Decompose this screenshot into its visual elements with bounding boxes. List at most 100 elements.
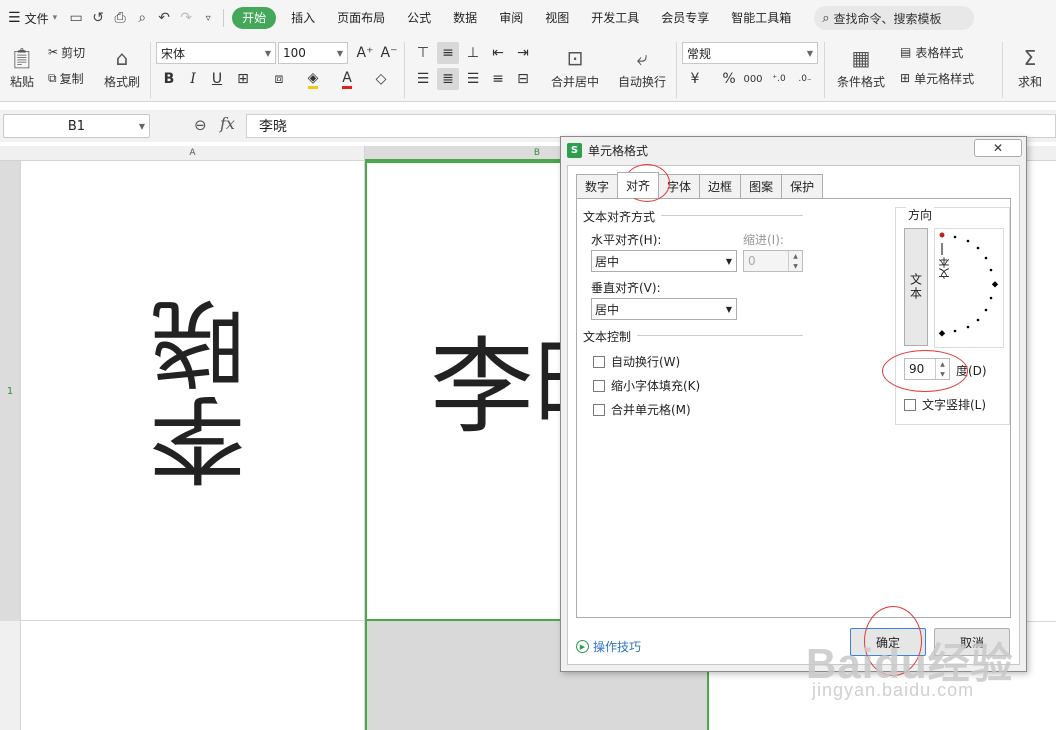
save-icon[interactable]: ▭ [65, 7, 87, 29]
cell-a1[interactable]: 李晓 [21, 161, 365, 621]
merge-cells-checkbox[interactable]: 合并单元格(M) [593, 401, 691, 418]
tab-number[interactable]: 数字 [576, 174, 619, 198]
formula-content: 李晓 [259, 119, 287, 135]
file-menu-label: 文件 [24, 11, 49, 26]
tab-smart-tools[interactable]: 智能工具箱 [720, 0, 802, 36]
dialog-title: 单元格格式 [588, 143, 649, 158]
paste-button[interactable]: 📋︎ 粘贴 [4, 40, 40, 96]
hamburger-icon: ☰ [8, 10, 21, 26]
paste-label: 粘贴 [9, 74, 34, 89]
row-header-1[interactable]: 1 [0, 161, 21, 621]
vertical-text-checkbox[interactable]: 文字竖排(L) [904, 396, 986, 413]
vertical-align-label: 垂直对齐(V): [591, 281, 661, 295]
horizontal-align-select[interactable]: 居中 ▼ [591, 250, 737, 272]
decrease-font-icon[interactable]: A⁻ [378, 42, 400, 64]
quick-access-dropdown-icon[interactable]: ▿ [197, 7, 219, 29]
thousands-separator-icon[interactable]: 000 [742, 68, 764, 90]
copy-button[interactable]: ⧉ 复制 [48, 68, 84, 88]
checkbox-box [904, 398, 916, 411]
redo-icon[interactable]: ↷ [175, 7, 197, 29]
indent-spinner[interactable]: 0 ▲ ▼ [743, 250, 803, 272]
align-middle-icon[interactable]: ≡ [437, 42, 459, 64]
format-painter-button[interactable]: ⌂ 格式刷 [102, 40, 142, 96]
formula-input[interactable]: 李晓 [246, 114, 1056, 138]
align-center-icon[interactable]: ≣ [437, 68, 459, 90]
vertical-align-select[interactable]: 居中 ▼ [591, 298, 737, 320]
align-left-icon[interactable]: ☰ [412, 68, 434, 90]
tab-insert[interactable]: 插入 [280, 0, 326, 36]
orientation-dial[interactable]: 文本 [934, 228, 1004, 348]
tab-developer[interactable]: 开发工具 [580, 0, 650, 36]
conditional-format-button[interactable]: ▦ 条件格式 [830, 40, 892, 96]
print-preview-icon[interactable]: ⌕ [131, 7, 153, 29]
tips-link-label: 操作技巧 [593, 640, 642, 654]
decrease-indent-icon[interactable]: ⇤ [487, 42, 509, 64]
name-box-value: B1 [67, 118, 86, 134]
tab-page-layout[interactable]: 页面布局 [326, 0, 396, 36]
conditional-format-label: 条件格式 [836, 74, 885, 89]
wrap-text-button[interactable]: ⤶ 自动换行 [614, 40, 670, 96]
currency-icon[interactable]: ¥ [684, 68, 706, 90]
search-icon: ⌕ [822, 10, 830, 26]
tab-member[interactable]: 会员专享 [650, 0, 720, 36]
font-name-select[interactable]: 宋体 ▼ [156, 42, 276, 64]
increase-indent-icon[interactable]: ⇥ [512, 42, 534, 64]
bold-icon[interactable]: B [158, 68, 180, 90]
function-icon[interactable]: fx [220, 114, 235, 133]
dialog-titlebar[interactable]: S 单元格格式 ✕ [561, 137, 1026, 163]
border-icon[interactable]: ⊞ [232, 68, 254, 90]
command-search[interactable]: ⌕ 查找命令、搜索模板 [814, 6, 975, 30]
select-all-corner[interactable] [0, 146, 21, 161]
tab-home[interactable]: 开始 [232, 7, 277, 29]
tab-review[interactable]: 审阅 [488, 0, 534, 36]
menu-bar: ☰ 文件 ▾ ▭ ↺ ⎙ ⌕ ↶ ↷ ▿ 开始 插入 页面布局 公式 数据 审阅… [0, 0, 1056, 36]
vertical-text-orientation-button[interactable]: 文本 [904, 228, 928, 346]
decrease-decimal-icon[interactable]: .0₋ [794, 68, 816, 90]
tab-protection[interactable]: 保护 [781, 174, 824, 198]
undo-icon[interactable]: ↶ [153, 7, 175, 29]
sum-button[interactable]: Σ 求和 [1010, 40, 1050, 96]
column-header-a[interactable]: A [21, 146, 365, 161]
tab-view[interactable]: 视图 [534, 0, 580, 36]
cell-a2[interactable] [21, 621, 365, 730]
merge-center-button[interactable]: ⊡ 合并居中 [544, 40, 606, 96]
tips-link[interactable]: ▶ 操作技巧 [576, 638, 641, 655]
align-top-icon[interactable]: ⊤ [412, 42, 434, 64]
italic-icon[interactable]: I [182, 68, 204, 90]
cell-style-label: 单元格样式 [914, 71, 975, 86]
spinner-arrows[interactable]: ▲ ▼ [788, 251, 802, 271]
name-box[interactable]: B1 ▼ [3, 114, 150, 138]
increase-decimal-icon[interactable]: ⁺.0 [768, 68, 790, 90]
increase-font-icon[interactable]: A⁺ [354, 42, 376, 64]
print-icon[interactable]: ⎙ [109, 7, 131, 29]
align-right-icon[interactable]: ☰ [462, 68, 484, 90]
zoom-icon[interactable]: ⊖ [194, 116, 207, 134]
percent-icon[interactable]: % [718, 68, 740, 90]
checkbox-box [593, 355, 605, 368]
tab-alignment[interactable]: 对齐 [617, 172, 660, 198]
fill-color-icon[interactable]: ◈ [302, 68, 324, 90]
row-header-2[interactable] [0, 621, 21, 730]
font-color-icon[interactable]: A [336, 68, 358, 90]
conditional-format-icon: ▦ [851, 45, 871, 70]
undo-history-icon[interactable]: ↺ [87, 7, 109, 29]
tab-border[interactable]: 边框 [699, 174, 742, 198]
align-bottom-icon[interactable]: ⊥ [462, 42, 484, 64]
file-menu[interactable]: ☰ 文件 ▾ [0, 0, 65, 36]
cell-style-button[interactable]: ⊞ 单元格样式 [900, 68, 974, 88]
number-format-select[interactable]: 常规 ▼ [682, 42, 818, 64]
justify-icon[interactable]: ≡ [487, 68, 509, 90]
font-size-select[interactable]: 100 ▼ [278, 42, 348, 64]
close-button[interactable]: ✕ [974, 139, 1022, 157]
underline-icon[interactable]: U [206, 68, 228, 90]
fill-style-icon[interactable]: ⧈ [268, 68, 290, 90]
clear-format-icon[interactable]: ◇ [370, 68, 392, 90]
tab-data[interactable]: 数据 [442, 0, 488, 36]
wrap-text-checkbox[interactable]: 自动换行(W) [593, 353, 680, 370]
shrink-to-fit-checkbox[interactable]: 缩小字体填充(K) [593, 377, 700, 394]
cut-button[interactable]: ✂ 剪切 [48, 42, 85, 62]
tab-pattern[interactable]: 图案 [740, 174, 783, 198]
tab-formulas[interactable]: 公式 [396, 0, 442, 36]
table-style-button[interactable]: ▤ 表格样式 [900, 42, 963, 62]
distributed-align-icon[interactable]: ⊟ [512, 68, 534, 90]
